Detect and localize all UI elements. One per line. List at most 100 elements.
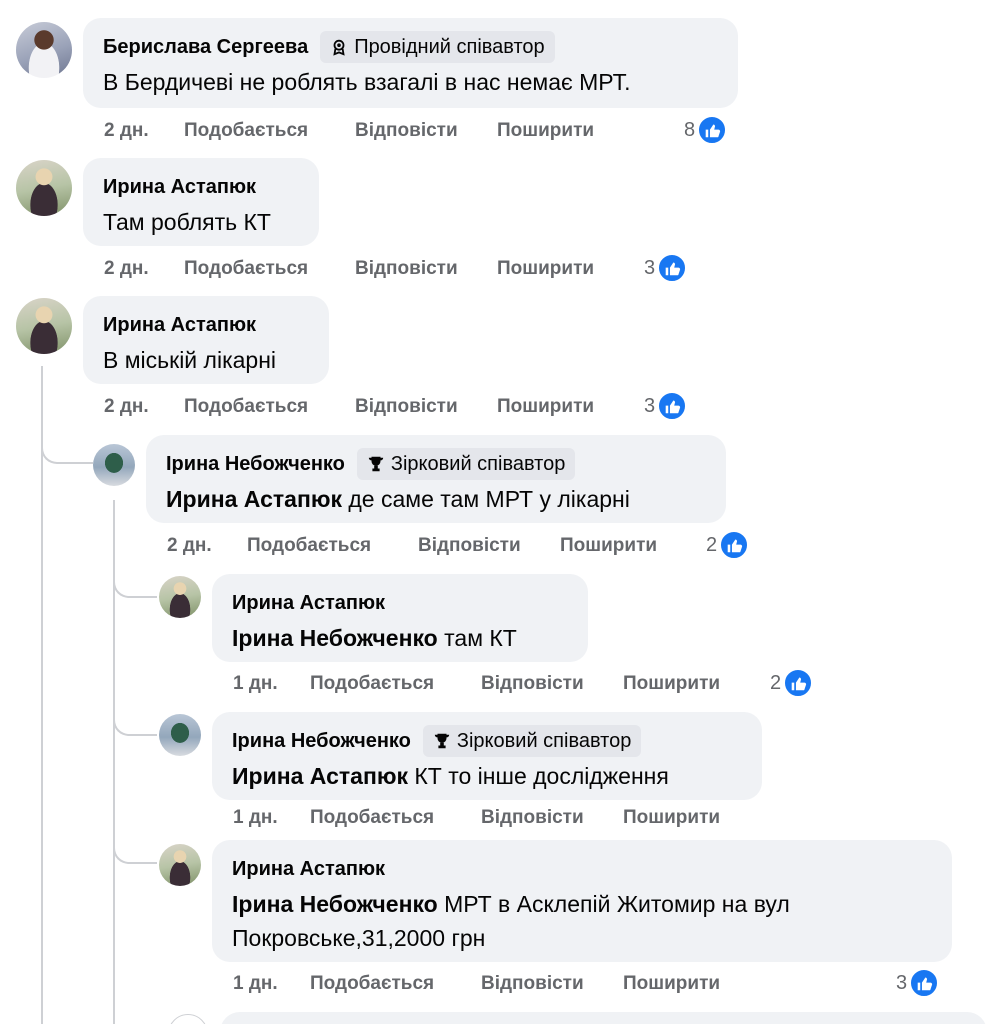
comment-actions: 1 дн. Подобається Відповісти Поширити bbox=[233, 669, 720, 699]
comment-time[interactable]: 2 дн. bbox=[104, 396, 184, 418]
share-button[interactable]: Поширити bbox=[623, 807, 720, 829]
thread-line-main bbox=[41, 366, 43, 1024]
thread-curve bbox=[113, 576, 157, 598]
badge-label: Зірковий співавтор bbox=[456, 729, 632, 752]
reaction-count[interactable]: 3 bbox=[896, 968, 940, 998]
reaction-count[interactable]: 2 bbox=[706, 530, 750, 560]
comment-actions: 1 дн. Подобається Відповісти Поширити bbox=[233, 803, 720, 833]
comment-author[interactable]: Берислава Сергеева bbox=[103, 36, 308, 59]
comment-author[interactable]: Ирина Астапюк bbox=[232, 858, 385, 881]
share-button[interactable]: Поширити bbox=[497, 258, 594, 280]
like-button[interactable]: Подобається bbox=[184, 120, 355, 142]
like-reaction-icon bbox=[657, 391, 688, 421]
comment-author[interactable]: Ірина Небожченко bbox=[166, 453, 345, 476]
mention-link[interactable]: Ирина Астапюк bbox=[166, 486, 342, 512]
reaction-count[interactable]: 3 bbox=[644, 253, 688, 283]
comment-actions: 1 дн. Подобається Відповісти Поширити bbox=[233, 969, 720, 999]
comment-time[interactable]: 2 дн. bbox=[104, 120, 184, 142]
badge-label: Провідний співавтор bbox=[354, 35, 545, 58]
contributor-badge[interactable]: Зірковий співавтор bbox=[422, 725, 642, 757]
comment-bubble: Берислава Сергеева Провідний співавтор В… bbox=[83, 18, 738, 108]
reply-button[interactable]: Відповісти bbox=[355, 120, 497, 142]
comment-bubble: Ирина Астапюк Ірина Небожченко МРТ в Аск… bbox=[212, 840, 952, 962]
comment-text: Там роблять КТ bbox=[103, 209, 271, 235]
avatar[interactable] bbox=[159, 844, 201, 886]
avatar[interactable] bbox=[159, 576, 201, 618]
like-button[interactable]: Подобається bbox=[247, 535, 418, 557]
like-reaction-icon bbox=[697, 115, 728, 145]
reaction-count[interactable]: 8 bbox=[684, 115, 728, 145]
like-button[interactable]: Подобається bbox=[310, 807, 481, 829]
comment-author[interactable]: Ирина Астапюк bbox=[103, 176, 256, 199]
comment-bubble: Ирина Астапюк В міській лікарні bbox=[83, 296, 329, 384]
reaction-count[interactable]: 2 bbox=[770, 668, 814, 698]
like-button[interactable]: Подобається bbox=[184, 258, 355, 280]
comment-body: там КТ bbox=[437, 625, 517, 651]
avatar[interactable] bbox=[16, 160, 72, 216]
mention-link[interactable]: Ірина Небожченко bbox=[232, 891, 438, 917]
comment-author[interactable]: Ирина Астапюк bbox=[232, 592, 385, 615]
comment-body: Покровське,31,2000 грн bbox=[232, 925, 486, 951]
reaction-number: 3 bbox=[896, 971, 908, 994]
reaction-number: 2 bbox=[706, 533, 718, 556]
badge-label: Зірковий співавтор bbox=[390, 452, 566, 475]
reply-button[interactable]: Відповісти bbox=[418, 535, 560, 557]
reaction-number: 3 bbox=[644, 394, 656, 417]
comment-body: КТ то інше дослідження bbox=[408, 763, 669, 789]
comment-text: Ирина Астапюк де саме там МРТ у лікарні bbox=[166, 482, 706, 516]
avatar[interactable] bbox=[159, 714, 201, 756]
comment-body: МРТ в Асклепій Житомир на вул bbox=[437, 891, 790, 917]
comment-bubble: Ирина Астапюк Там роблять КТ bbox=[83, 158, 319, 246]
comment-time[interactable]: 1 дн. bbox=[233, 673, 310, 695]
comment-author[interactable]: Ірина Небожченко bbox=[232, 730, 411, 753]
reaction-number: 3 bbox=[644, 256, 656, 279]
reply-button[interactable]: Відповісти bbox=[481, 973, 623, 995]
contributor-badge[interactable]: Провідний співавтор bbox=[320, 31, 555, 63]
trophy-icon bbox=[368, 456, 384, 472]
comment-time[interactable]: 2 дн. bbox=[104, 258, 184, 280]
contributor-badge[interactable]: Зірковий співавтор bbox=[356, 448, 576, 480]
like-reaction-icon bbox=[657, 253, 688, 283]
avatar[interactable] bbox=[93, 444, 135, 486]
comment-text: Ирина Астапюк КТ то інше дослідження bbox=[232, 759, 742, 793]
comment-actions: 2 дн. Подобається Відповісти Поширити bbox=[104, 116, 594, 146]
top-contributor-icon bbox=[333, 39, 345, 56]
avatar[interactable] bbox=[168, 1014, 208, 1024]
like-reaction-icon bbox=[909, 968, 940, 998]
share-button[interactable]: Поширити bbox=[623, 973, 720, 995]
comment-time[interactable]: 1 дн. bbox=[233, 973, 310, 995]
avatar[interactable] bbox=[16, 298, 72, 354]
like-button[interactable]: Подобається bbox=[310, 673, 481, 695]
share-button[interactable]: Поширити bbox=[497, 120, 594, 142]
comment-bubble: Ірина Небожченко Зірковий співавтор Ирин… bbox=[146, 435, 726, 523]
comment-time[interactable]: 2 дн. bbox=[167, 535, 247, 557]
comment-actions: 2 дн. Подобається Відповісти Поширити bbox=[104, 254, 594, 284]
comment-bubble: Ірина Небожченко Зірковий співавтор Ирин… bbox=[212, 712, 762, 800]
avatar[interactable] bbox=[16, 22, 72, 78]
thread-curve bbox=[113, 842, 157, 864]
comment-text: Ірина Небожченко там КТ bbox=[232, 621, 568, 655]
mention-link[interactable]: Ирина Астапюк bbox=[232, 763, 408, 789]
reaction-number: 2 bbox=[770, 671, 782, 694]
mention-link[interactable]: Ірина Небожченко bbox=[232, 625, 438, 651]
reply-button[interactable]: Відповісти bbox=[355, 258, 497, 280]
like-button[interactable]: Подобається bbox=[310, 973, 481, 995]
reply-button[interactable]: Відповісти bbox=[355, 396, 497, 418]
share-button[interactable]: Поширити bbox=[497, 396, 594, 418]
comment-actions: 2 дн. Подобається Відповісти Поширити bbox=[104, 392, 594, 422]
comment-body: де саме там МРТ у лікарні bbox=[342, 486, 630, 512]
reply-button[interactable]: Відповісти bbox=[481, 807, 623, 829]
comment-text: В Бердичеві не роблять взагалі в нас нем… bbox=[103, 69, 631, 95]
like-button[interactable]: Подобається bbox=[184, 396, 355, 418]
share-button[interactable]: Поширити bbox=[623, 673, 720, 695]
reaction-count[interactable]: 3 bbox=[644, 391, 688, 421]
next-comment-bubble[interactable] bbox=[220, 1012, 987, 1024]
comment-bubble: Ирина Астапюк Ірина Небожченко там КТ bbox=[212, 574, 588, 662]
trophy-icon bbox=[434, 733, 450, 749]
share-button[interactable]: Поширити bbox=[560, 535, 657, 557]
thread-curve bbox=[41, 440, 93, 464]
comment-author[interactable]: Ирина Астапюк bbox=[103, 314, 256, 337]
comment-text: В міській лікарні bbox=[103, 347, 277, 373]
reply-button[interactable]: Відповісти bbox=[481, 673, 623, 695]
comment-time[interactable]: 1 дн. bbox=[233, 807, 310, 829]
